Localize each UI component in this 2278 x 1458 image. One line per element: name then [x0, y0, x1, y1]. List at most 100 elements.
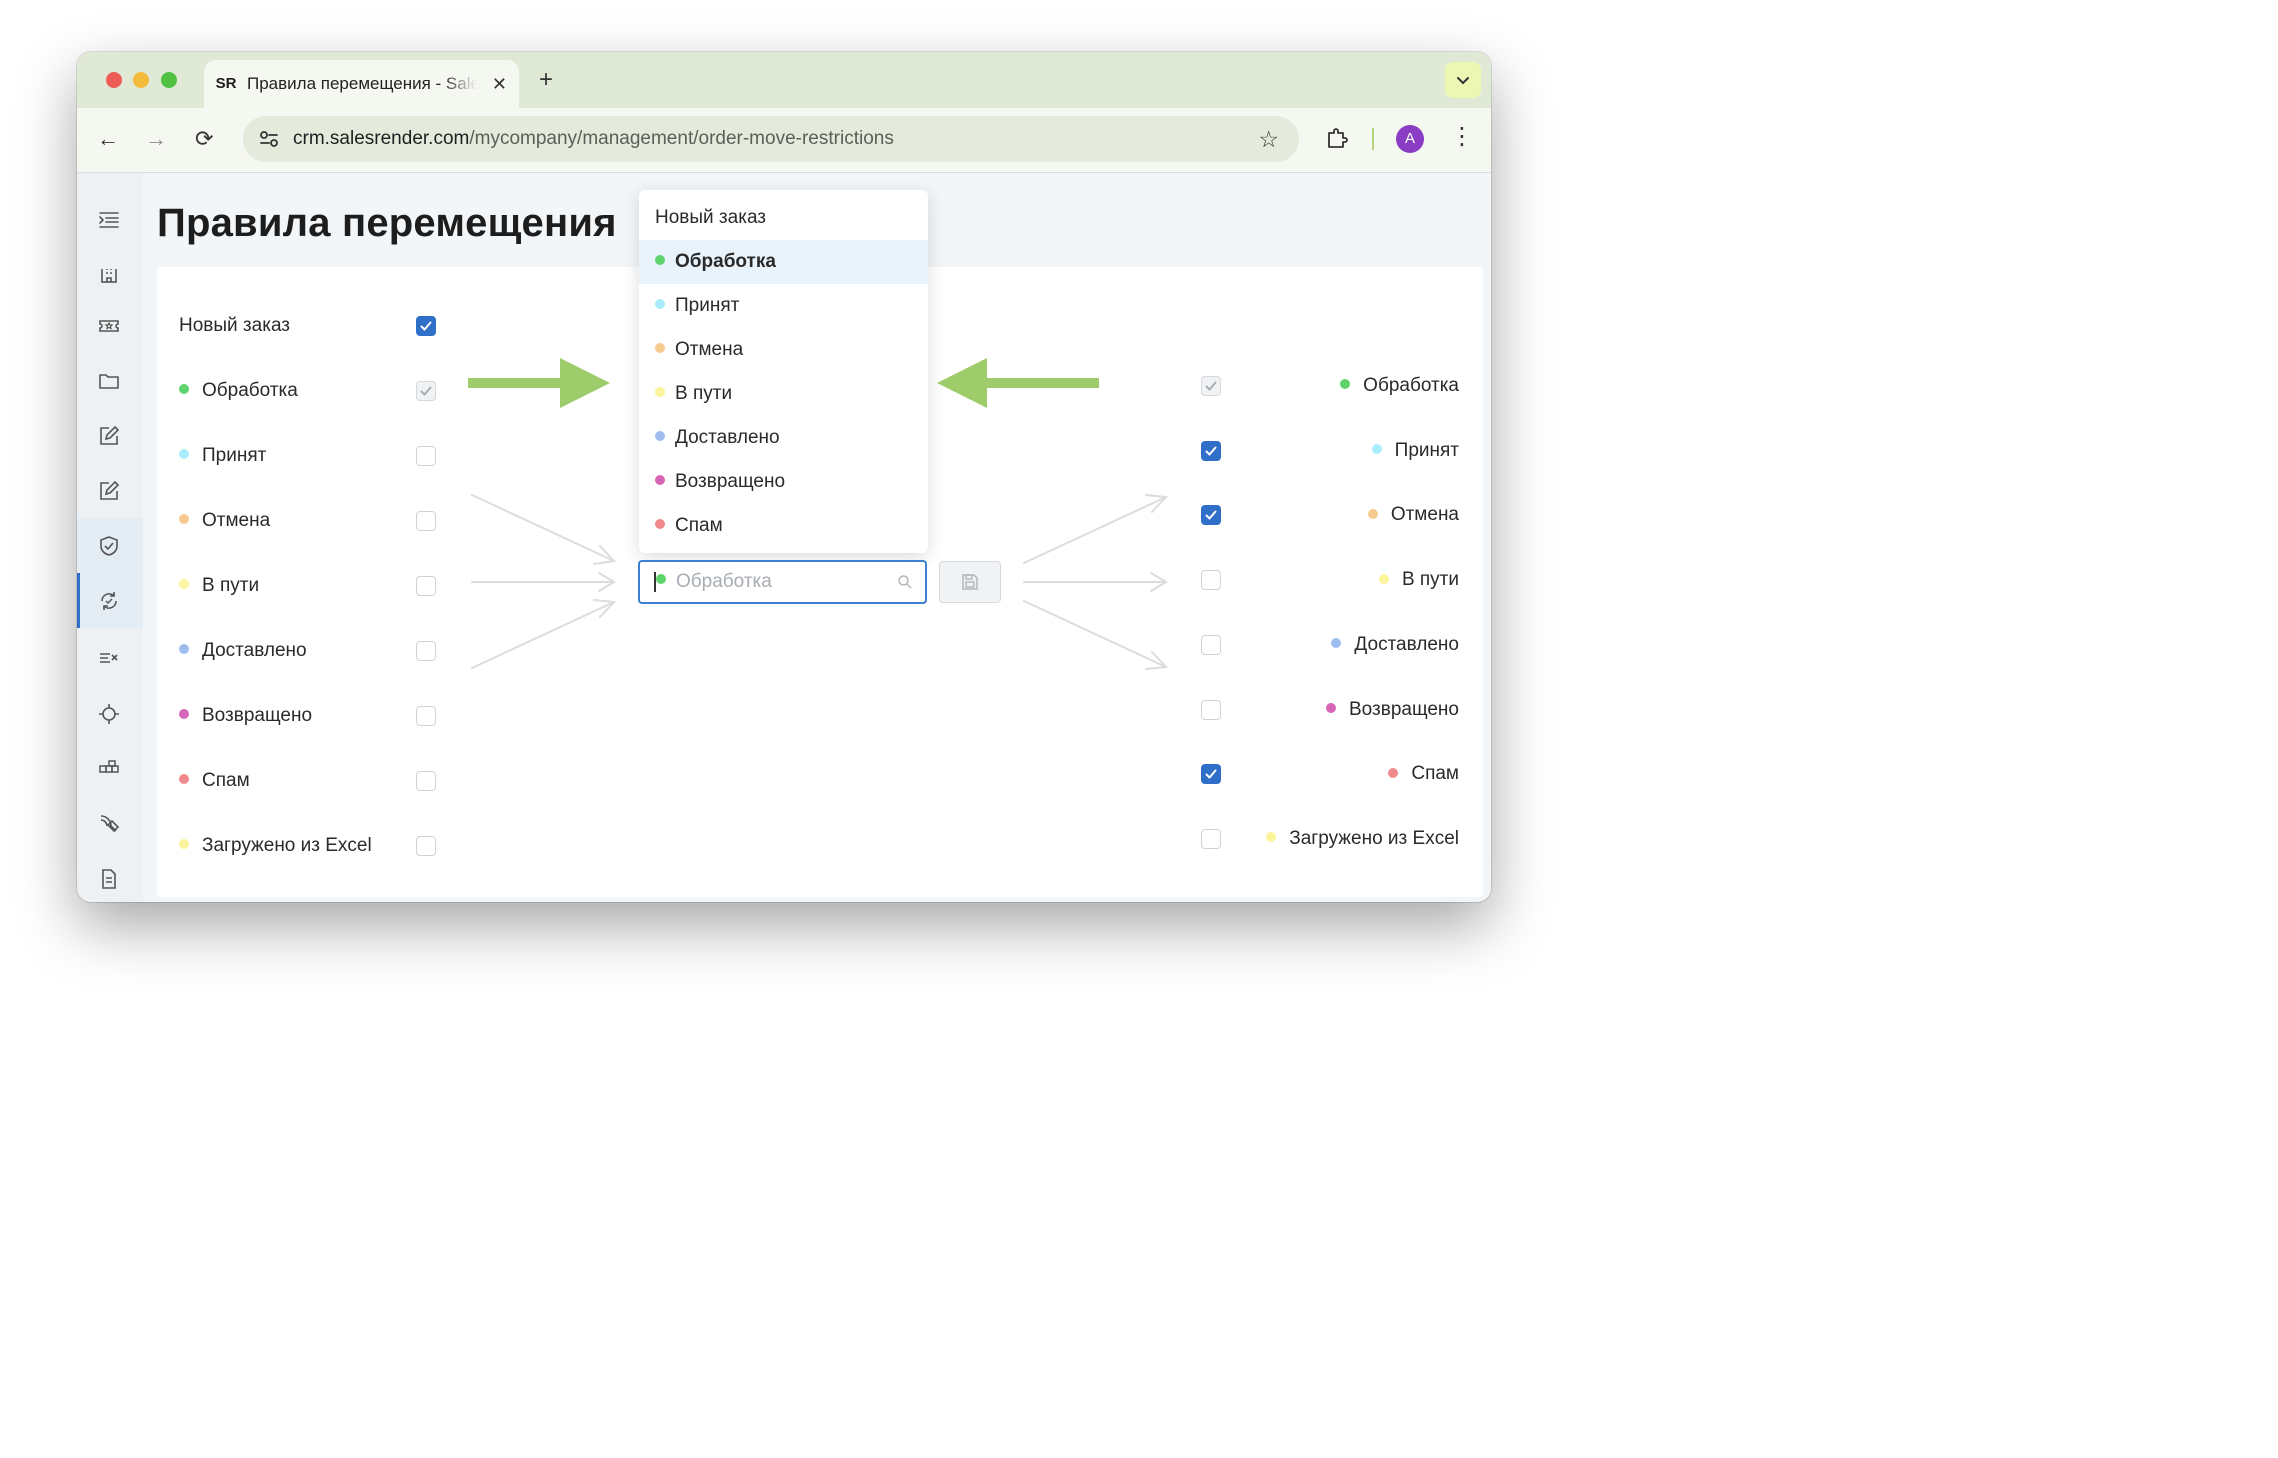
- status-color-dot: [179, 644, 189, 655]
- status-color-dot: [655, 475, 665, 486]
- source-status-checkbox[interactable]: [416, 771, 436, 791]
- back-button[interactable]: ←: [97, 126, 119, 152]
- check-mark-icon: [420, 386, 432, 396]
- dropdown-option[interactable]: Принят: [639, 284, 928, 328]
- status-color-dot: [655, 255, 665, 266]
- dropdown-option[interactable]: В пути: [639, 372, 928, 416]
- source-status-checkbox[interactable]: [416, 706, 436, 726]
- url-path: /mycompany/management/order-move-restric…: [469, 128, 894, 149]
- option-label: Возвращено: [675, 471, 786, 492]
- source-status-checkbox[interactable]: [416, 381, 436, 401]
- edit-icon[interactable]: [97, 479, 121, 503]
- select-status-dot: [656, 574, 666, 584]
- close-window-button[interactable]: [106, 72, 122, 88]
- minimize-window-button[interactable]: [133, 72, 149, 88]
- target-status-checkbox[interactable]: [1201, 505, 1221, 526]
- crosshair-icon[interactable]: [97, 702, 121, 726]
- dropdown-option[interactable]: Отмена: [639, 328, 928, 372]
- target-status-checkbox[interactable]: [1201, 699, 1221, 720]
- status-color-dot: [1371, 444, 1382, 455]
- status-color-dot: [1266, 832, 1277, 843]
- toolbar-divider: [1372, 128, 1374, 150]
- maximize-window-button[interactable]: [161, 72, 177, 88]
- source-status-checkbox[interactable]: [416, 316, 436, 336]
- ticket-icon[interactable]: [97, 314, 121, 338]
- list-x-icon[interactable]: [97, 646, 121, 670]
- salesrender-favicon-icon: SR: [214, 72, 238, 96]
- edit-icon[interactable]: [97, 424, 121, 448]
- dropdown-option[interactable]: Доставлено: [639, 416, 928, 460]
- address-bar[interactable]: crm.salesrender.com/mycompany/management…: [243, 116, 1299, 162]
- satellite-icon[interactable]: [97, 812, 121, 836]
- status-name: В пути: [1401, 569, 1459, 591]
- extensions-puzzle-icon[interactable]: [1325, 126, 1349, 150]
- building-icon[interactable]: [97, 261, 121, 285]
- target-status-checkbox[interactable]: [1201, 634, 1221, 655]
- source-status-checkbox[interactable]: [416, 446, 436, 466]
- document-icon[interactable]: [97, 867, 121, 891]
- chevron-down-icon: [1457, 77, 1469, 85]
- tab-search-button[interactable]: [1445, 62, 1481, 98]
- close-tab-icon[interactable]: ✕: [492, 72, 507, 96]
- url-text[interactable]: crm.salesrender.com/mycompany/management…: [293, 116, 894, 162]
- new-tab-button[interactable]: +: [539, 66, 553, 94]
- site-info-icon[interactable]: [257, 127, 281, 151]
- check-mark-icon: [1205, 446, 1217, 456]
- folder-icon[interactable]: [97, 369, 121, 393]
- browser-menu-icon[interactable]: ⋮: [1450, 122, 1474, 152]
- check-mark-icon: [1205, 510, 1217, 520]
- tab-bar: SR Правила перемещения - SalesRender ✕ +: [77, 52, 1491, 108]
- search-icon: [898, 575, 912, 589]
- option-label: В пути: [675, 383, 733, 404]
- profile-avatar[interactable]: A: [1396, 125, 1424, 153]
- source-status-label: В пути: [179, 574, 259, 598]
- check-mark-icon: [1205, 381, 1217, 391]
- text-cursor: [654, 572, 656, 592]
- status-name: Загружено из Excel: [1289, 827, 1459, 849]
- status-color-dot: [1367, 508, 1378, 519]
- shield-check-icon[interactable]: [97, 534, 121, 558]
- status-color-dot: [179, 579, 189, 590]
- target-status-checkbox[interactable]: [1201, 376, 1221, 396]
- tab-title: Правила перемещения - SalesRender: [247, 74, 477, 93]
- dropdown-option[interactable]: Возвращено: [639, 460, 928, 504]
- status-color-dot: [179, 839, 189, 850]
- status-name: Отмена: [202, 510, 271, 531]
- browser-tab[interactable]: SR Правила перемещения - SalesRender ✕: [204, 60, 519, 108]
- refresh-cycle-icon[interactable]: [97, 589, 121, 613]
- status-color-dot: [1378, 573, 1389, 584]
- status-name: Спам: [202, 770, 250, 791]
- browser-toolbar: ← → ⟳ crm.salesrender.com/mycompany/mana…: [77, 108, 1491, 173]
- target-status-label: В пути: [1378, 568, 1459, 592]
- status-color-dot: [655, 431, 665, 442]
- source-status-label: Возвращено: [179, 704, 312, 728]
- bookmark-star-icon[interactable]: ☆: [1258, 126, 1279, 153]
- source-status-checkbox[interactable]: [416, 836, 436, 856]
- source-status-checkbox[interactable]: [416, 576, 436, 596]
- status-color-dot: [655, 299, 665, 310]
- reload-button[interactable]: ⟳: [195, 126, 213, 152]
- forward-button[interactable]: →: [145, 126, 167, 152]
- page-viewport: Правила перемещения Новый заказ Обработка…: [77, 173, 1491, 902]
- option-label: Принят: [675, 295, 740, 316]
- target-status-checkbox[interactable]: [1201, 570, 1221, 591]
- target-status-checkbox[interactable]: [1201, 828, 1221, 849]
- status-name: В пути: [202, 575, 260, 596]
- status-color-dot: [179, 709, 189, 720]
- source-status-checkbox[interactable]: [416, 511, 436, 531]
- target-status-checkbox[interactable]: [1201, 764, 1221, 785]
- source-status-label: Обработка: [179, 379, 298, 403]
- menu-toggle-icon[interactable]: [97, 208, 121, 232]
- url-host: crm.salesrender.com: [293, 128, 470, 149]
- dropdown-option[interactable]: Обработка: [639, 240, 928, 284]
- status-color-dot: [179, 774, 189, 785]
- status-select-input[interactable]: Обработка: [638, 560, 927, 604]
- option-label: Новый заказ: [655, 207, 767, 228]
- dropdown-option[interactable]: Спам: [639, 504, 928, 548]
- dropdown-option[interactable]: Новый заказ: [639, 196, 928, 240]
- save-button[interactable]: [939, 561, 1001, 603]
- blocks-icon[interactable]: [97, 757, 121, 781]
- save-icon: [962, 574, 978, 590]
- source-status-checkbox[interactable]: [416, 641, 436, 661]
- target-status-checkbox[interactable]: [1201, 440, 1221, 461]
